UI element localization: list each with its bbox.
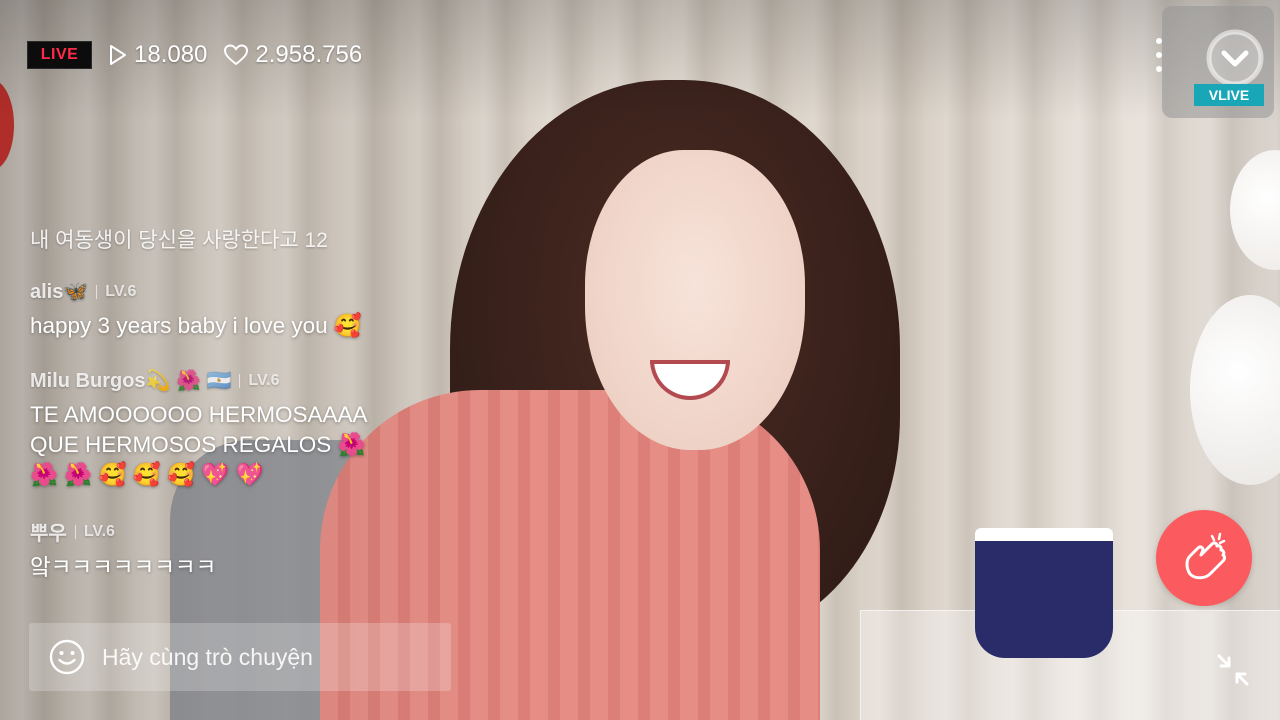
play-icon [110,45,126,65]
emoji-smile-icon[interactable] [49,639,85,675]
divider [239,373,241,388]
chat-username[interactable]: alis🦋 [30,279,88,304]
minimize-icon[interactable] [1213,650,1253,690]
left-shade [0,0,520,720]
finger-heart-icon [1185,532,1226,580]
chat-message: alis🦋 LV.6 happy 3 years baby i love you… [30,279,362,341]
like-count-value: 2.958.756 [255,41,363,68]
stream-stats-bar: LIVE 18.080 2.958.756 [27,40,362,70]
chat-message-header: 뿌우 LV.6 [30,517,216,546]
chat-message-text: TE AMOOOOOO HERMOSAAAA QUE HERMOSOS REGA… [30,402,368,487]
view-count: 18.080 [108,41,207,69]
chat-username[interactable]: Milu Burgos💫 🌺 🇦🇷 [30,368,231,393]
chat-message-text: happy 3 years baby i love you 🥰 [30,313,362,338]
chat-input-placeholder: Hãy cùng trò chuyện [102,643,313,670]
view-count-value: 18.080 [134,41,208,68]
like-count: 2.958.756 [223,41,362,69]
live-badge: LIVE [27,41,92,69]
more-options-icon[interactable] [1148,36,1170,74]
chat-username[interactable]: 뿌우 [30,517,67,546]
finger-heart-button[interactable] [1156,510,1252,606]
heart-outline-icon [224,44,249,66]
user-level: LV.6 [105,282,137,300]
vlive-logo: VLIVE [1194,84,1264,106]
chat-message-header: alis🦋 LV.6 [30,279,362,304]
chat-message-header: Milu Burgos💫 🌺 🇦🇷 LV.6 [30,368,368,393]
user-level: LV.6 [248,371,280,389]
user-level: LV.6 [83,522,115,540]
divider [96,284,98,299]
video-frame[interactable] [0,0,1280,720]
divider [74,524,76,539]
chat-message: 뿌우 LV.6 앜ㅋㅋㅋㅋㅋㅋㅋㅋ [30,517,216,583]
chat-input[interactable]: Hãy cùng trò chuyện [29,623,451,691]
chat-message: Milu Burgos💫 🌺 🇦🇷 LV.6 TE AMOOOOOO HERMO… [30,368,368,490]
system-message: 내 여동생이 당신을 사랑한다고 12 [30,229,328,252]
streamer-face [585,150,805,450]
gift-cup [975,528,1113,658]
chat-message-text: 앜ㅋㅋㅋㅋㅋㅋㅋㅋ [30,555,217,580]
